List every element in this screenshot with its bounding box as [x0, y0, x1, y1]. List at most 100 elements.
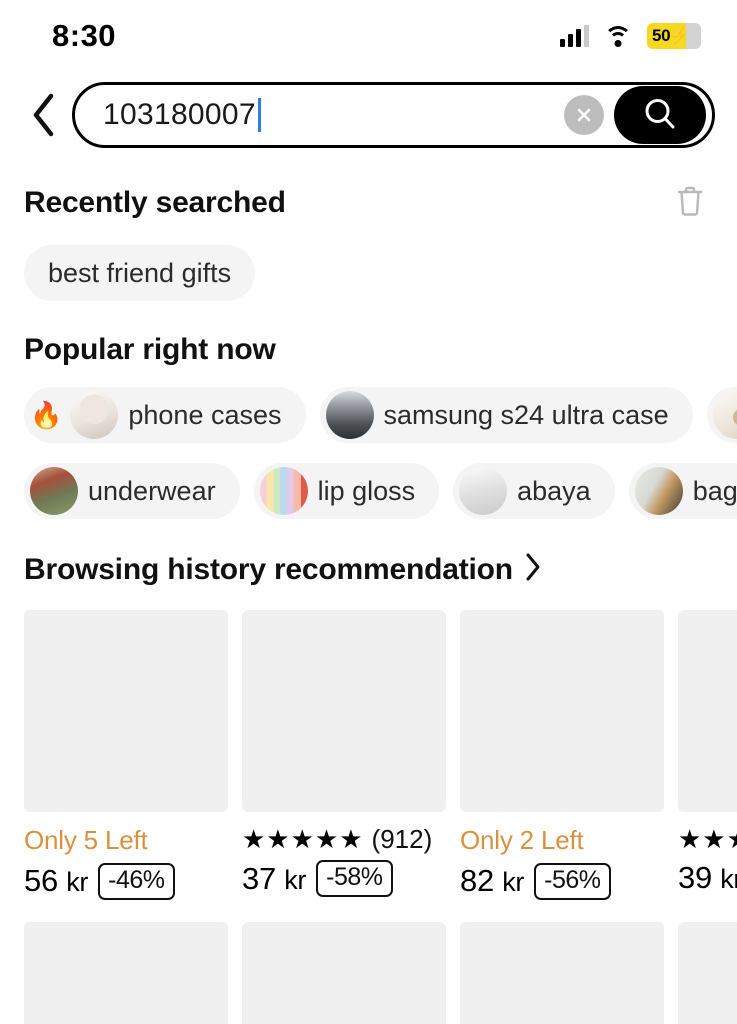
search-submit-button[interactable] — [614, 86, 706, 144]
popular-chip-phone-cases[interactable]: 🔥 phone cases — [24, 387, 306, 443]
popular-chips-row-1: 🔥 phone cases samsung s24 ultra case — [0, 387, 737, 443]
popular-chip-clipped[interactable] — [706, 387, 737, 443]
clear-search-button[interactable] — [564, 95, 604, 135]
chip-thumbnail — [325, 391, 374, 439]
popular-header: Popular right now — [0, 333, 737, 367]
recent-search-label: best friend gifts — [48, 257, 232, 288]
product-rating: ★★★★ — [678, 826, 737, 852]
product-card[interactable]: Only 5 Left 56 kr -46% — [24, 610, 228, 900]
clear-history-button[interactable] — [671, 180, 709, 225]
review-count: (912) — [371, 824, 433, 854]
star-rating-icon: ★★★★★ — [242, 824, 364, 854]
popular-chip-lip-gloss[interactable]: lip gloss — [253, 463, 440, 519]
product-card[interactable] — [24, 921, 228, 1024]
popular-chip-label: phone cases — [128, 399, 282, 430]
price-currency: kr — [502, 867, 525, 898]
product-meta: ★★★★ 39 kr — [678, 826, 737, 896]
discount-badge: -46% — [98, 862, 175, 900]
price-currency: kr — [720, 864, 737, 894]
discount-badge: -56% — [534, 862, 611, 900]
product-grid-row-2 — [0, 921, 737, 1024]
browsing-history-header[interactable]: Browsing history recommendation — [0, 551, 737, 588]
popular-title: Popular right now — [24, 333, 276, 366]
price-amount: 56 — [24, 863, 58, 899]
product-image — [678, 610, 737, 812]
price-row: 56 kr -46% — [24, 862, 228, 900]
popular-chip-abaya[interactable]: abaya — [453, 463, 615, 519]
product-image — [242, 921, 446, 1024]
price-currency: kr — [284, 864, 307, 895]
price-row: 82 kr -56% — [460, 862, 664, 900]
popular-chip-bags[interactable]: bags — [628, 463, 737, 519]
popular-chip-label: lip gloss — [317, 475, 416, 506]
product-image — [242, 610, 446, 812]
text-caret — [257, 98, 261, 132]
price-row: 37 kr -58% — [242, 860, 446, 897]
product-price: 82 kr — [460, 863, 524, 899]
product-meta: Only 5 Left 56 kr -46% — [24, 826, 228, 900]
product-image — [24, 921, 228, 1024]
product-meta: Only 2 Left 82 kr -56% — [460, 826, 664, 900]
product-price: 37 kr — [242, 861, 306, 897]
product-card[interactable]: ★★★★★ (912) 37 kr -58% — [242, 610, 446, 900]
popular-chip-label: bags — [692, 475, 737, 506]
star-rating-icon: ★★★★ — [678, 824, 737, 854]
popular-chip-label: samsung s24 ultra case — [383, 399, 669, 430]
flame-icon: 🔥 — [30, 399, 63, 430]
price-currency: kr — [66, 867, 89, 898]
browsing-history-title-row: Browsing history recommendation — [24, 551, 543, 588]
back-button[interactable] — [20, 89, 66, 141]
product-rating: ★★★★★ (912) — [242, 826, 446, 852]
popular-chip-samsung-s24-ultra-case[interactable]: samsung s24 ultra case — [319, 387, 693, 443]
product-image — [678, 921, 737, 1024]
chip-thumbnail — [634, 467, 683, 515]
stock-badge: Only 2 Left — [460, 825, 584, 855]
chip-thumbnail — [70, 391, 119, 439]
product-image — [460, 921, 664, 1024]
search-input-value: 103180007 — [103, 98, 256, 131]
clear-circle-icon — [574, 105, 594, 125]
recently-searched-title: Recently searched — [24, 185, 286, 219]
discount-badge: -58% — [316, 860, 393, 897]
product-image — [460, 610, 664, 812]
price-row: 39 kr — [678, 860, 737, 896]
product-grid-row-1: Only 5 Left 56 kr -46% ★★★★★ (912) 37 kr — [0, 610, 737, 900]
chevron-right-icon — [523, 551, 543, 588]
popular-chips-row-2: underwear lip gloss abaya bags — [0, 463, 737, 519]
chip-thumbnail — [459, 467, 508, 515]
product-card[interactable] — [678, 921, 737, 1024]
product-card[interactable] — [460, 921, 664, 1024]
product-card[interactable]: Only 2 Left 82 kr -56% — [460, 610, 664, 900]
status-bar: 8:30 50 ⚡ — [0, 0, 737, 72]
status-indicators: 50 ⚡ — [560, 23, 701, 49]
search-header: 103180007 — [0, 72, 737, 148]
chevron-left-icon — [30, 93, 56, 137]
product-card[interactable]: ★★★★ 39 kr — [678, 610, 737, 900]
chip-thumbnail — [259, 467, 308, 515]
product-price: 39 kr — [678, 860, 737, 896]
browsing-history-title: Browsing history recommendation — [24, 552, 513, 586]
trash-icon — [675, 186, 705, 221]
price-amount: 82 — [460, 863, 494, 899]
search-input[interactable]: 103180007 — [72, 82, 715, 148]
battery-level: 50 — [652, 26, 671, 45]
product-card[interactable] — [242, 921, 446, 1024]
stock-badge: Only 5 Left — [24, 825, 148, 855]
chip-thumbnail — [712, 391, 737, 439]
price-amount: 39 — [678, 860, 712, 895]
recently-searched-chips: best friend gifts — [0, 245, 737, 301]
price-amount: 37 — [242, 860, 276, 896]
popular-chip-underwear[interactable]: underwear — [24, 463, 240, 519]
recently-searched-header: Recently searched — [0, 180, 737, 225]
product-image — [24, 610, 228, 812]
recent-search-chip[interactable]: best friend gifts — [24, 245, 256, 301]
cellular-signal-icon — [560, 25, 589, 47]
bolt-icon: ⚡ — [669, 28, 690, 45]
search-input-value-wrap: 103180007 — [103, 98, 564, 132]
product-meta: ★★★★★ (912) 37 kr -58% — [242, 826, 446, 897]
wifi-icon — [604, 25, 632, 47]
popular-chip-label: underwear — [88, 475, 216, 506]
popular-chip-label: abaya — [517, 475, 591, 506]
search-icon — [640, 94, 680, 137]
battery-indicator: 50 ⚡ — [647, 23, 701, 49]
